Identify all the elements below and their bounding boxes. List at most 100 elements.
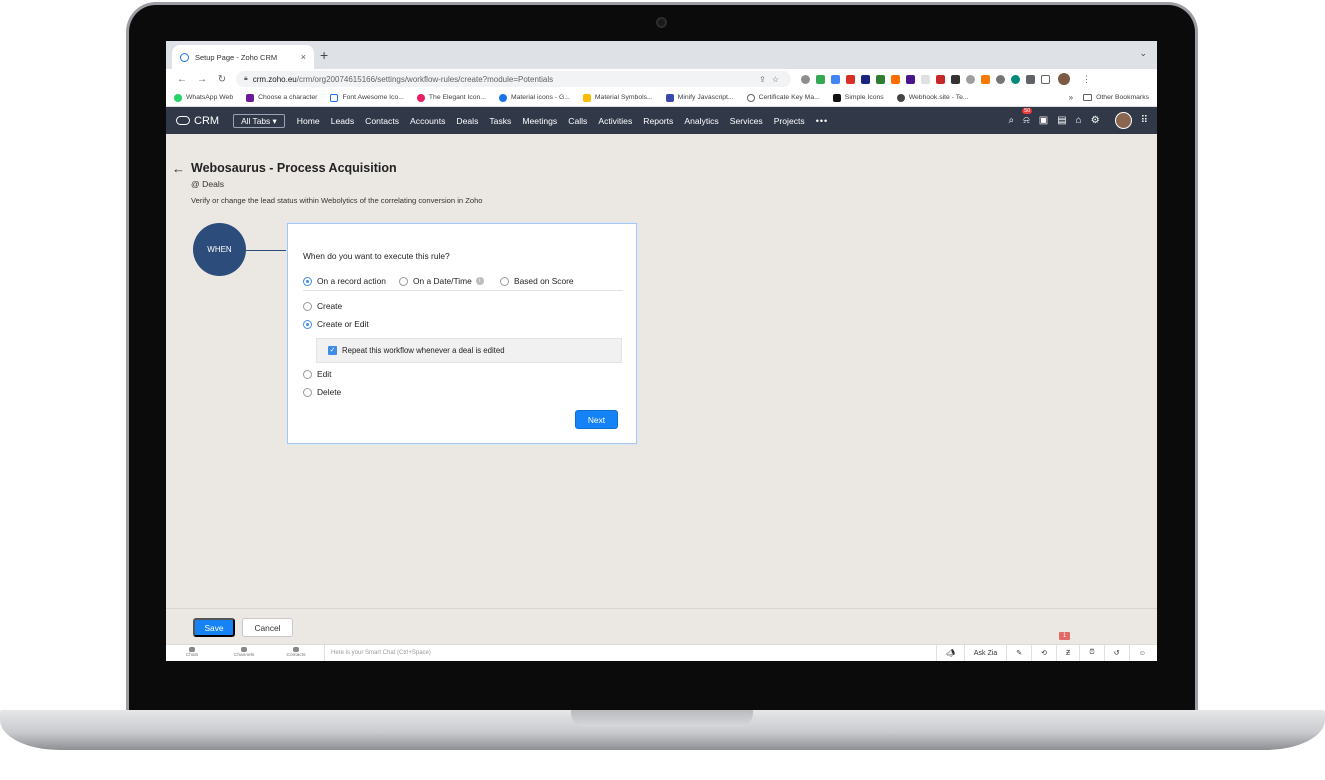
- trigger-based-on-score[interactable]: Based on Score: [500, 276, 574, 286]
- action-edit[interactable]: Edit: [303, 369, 331, 379]
- rule-description: Verify or change the lead status within …: [191, 196, 483, 205]
- nav-analytics[interactable]: Analytics: [684, 116, 718, 126]
- search-icon[interactable]: ⌕: [1009, 115, 1015, 126]
- profile-avatar[interactable]: [1058, 73, 1070, 85]
- radio-button[interactable]: [303, 276, 312, 286]
- repeat-workflow-option[interactable]: ✓ Repeat this workflow whenever a deal i…: [316, 338, 622, 363]
- extension-icon[interactable]: [936, 74, 945, 84]
- new-tab-button[interactable]: +: [320, 47, 328, 63]
- extension-icon[interactable]: [981, 74, 990, 84]
- reload-icon[interactable]: ↻: [212, 74, 232, 85]
- nav-activities[interactable]: Activities: [598, 116, 632, 126]
- smart-chat-input[interactable]: Here is your Smart Chat (Ctrl+Space): [324, 645, 936, 661]
- feedback-icon[interactable]: ☺: [1128, 645, 1155, 661]
- ask-zia-button[interactable]: Ask Zia: [963, 645, 1006, 661]
- nav-services[interactable]: Services: [730, 116, 763, 126]
- cancel-button[interactable]: Cancel: [242, 618, 293, 637]
- calendar-add-icon[interactable]: ▣: [1039, 115, 1048, 126]
- nav-accounts[interactable]: Accounts: [410, 116, 445, 126]
- bookmarks-overflow-icon[interactable]: »: [1069, 93, 1073, 102]
- nav-reports[interactable]: Reports: [643, 116, 673, 126]
- extension-icon[interactable]: [846, 74, 855, 84]
- chat-tab-contacts[interactable]: Contacts: [270, 647, 322, 659]
- history-icon[interactable]: ↺: [1103, 645, 1129, 661]
- address-bar[interactable]: 🔒︎ crm.zoho.eu/crm/org20074615166/settin…: [236, 71, 791, 87]
- nav-tasks[interactable]: Tasks: [489, 116, 511, 126]
- bookmark-item[interactable]: Certificate Key Ma...: [746, 93, 820, 102]
- chat-tab-chats[interactable]: Chats: [166, 647, 218, 659]
- alarm-icon[interactable]: ⏰︎: [1079, 645, 1103, 661]
- chrome-menu-icon[interactable]: ⋮: [1082, 74, 1091, 85]
- notifications-icon[interactable]: ⍾ 50: [1022, 108, 1033, 126]
- share-star-icons[interactable]: ⇪☆: [759, 75, 785, 84]
- browser-tab[interactable]: Setup Page - Zoho CRM ×: [172, 45, 314, 69]
- back-arrow-icon[interactable]: ←: [172, 161, 185, 176]
- bookmark-item[interactable]: WhatsApp Web: [174, 93, 233, 102]
- next-button[interactable]: Next: [575, 410, 618, 429]
- chat-tab-channels[interactable]: Channels: [218, 647, 270, 659]
- nav-projects[interactable]: Projects: [774, 116, 805, 126]
- bookmark-item[interactable]: Webhook.site - Te...: [896, 93, 969, 102]
- extension-icon[interactable]: [816, 74, 825, 84]
- action-create[interactable]: Create: [303, 301, 342, 311]
- settings-icon[interactable]: ⚙: [1091, 115, 1100, 126]
- radio-button[interactable]: [303, 319, 312, 329]
- radio-button[interactable]: [303, 387, 312, 397]
- extension-icon[interactable]: [951, 74, 960, 84]
- extension-icon[interactable]: [1011, 74, 1020, 84]
- marketplace-icon[interactable]: ⌂: [1076, 115, 1082, 126]
- extension-icon[interactable]: [801, 74, 810, 84]
- bookmark-item[interactable]: Material Symbols...: [582, 93, 653, 102]
- tab-search-icon[interactable]: ⌄: [1139, 48, 1147, 59]
- trigger-record-action[interactable]: On a record action: [303, 276, 386, 286]
- extension-icon[interactable]: [876, 74, 885, 84]
- extension-icon[interactable]: [996, 74, 1005, 84]
- bookmark-item[interactable]: Choose a character: [246, 93, 317, 102]
- radio-button[interactable]: [399, 276, 408, 286]
- info-icon[interactable]: i: [475, 277, 484, 285]
- more-tabs-icon[interactable]: •••: [816, 116, 828, 126]
- extension-icon[interactable]: [861, 74, 870, 84]
- nav-contacts[interactable]: Contacts: [365, 116, 399, 126]
- action-delete[interactable]: Delete: [303, 387, 341, 397]
- nav-leads[interactable]: Leads: [331, 116, 354, 126]
- notification-badge: 1: [1059, 632, 1071, 640]
- calendar-icon[interactable]: ▤: [1057, 115, 1066, 126]
- back-icon[interactable]: ←: [172, 74, 192, 85]
- bookmark-item[interactable]: Font Awesome Ico...: [330, 93, 404, 102]
- nav-deals[interactable]: Deals: [456, 116, 478, 126]
- extension-icon[interactable]: [891, 74, 900, 84]
- other-bookmarks[interactable]: Other Bookmarks: [1083, 94, 1149, 101]
- user-avatar[interactable]: [1114, 112, 1132, 129]
- bookmark-item[interactable]: The Elegant Icon...: [416, 93, 486, 102]
- extension-icon[interactable]: [966, 74, 975, 84]
- app-grid-icon[interactable]: ⠿: [1141, 115, 1148, 126]
- nav-calls[interactable]: Calls: [568, 116, 587, 126]
- crm-logo[interactable]: CRM: [176, 115, 219, 127]
- bookmark-item[interactable]: Minify Javascript...: [665, 93, 734, 102]
- zia-icon[interactable]: Ƶ: [1055, 645, 1079, 661]
- action-create-or-edit[interactable]: Create or Edit: [303, 319, 369, 329]
- radio-button[interactable]: [500, 276, 509, 286]
- forward-icon[interactable]: →: [192, 74, 212, 85]
- extension-icon[interactable]: [921, 74, 930, 84]
- signals-icon[interactable]: ⟲: [1031, 645, 1056, 661]
- radio-button[interactable]: [303, 369, 312, 379]
- puzzle-icon[interactable]: [1026, 74, 1035, 84]
- save-button[interactable]: Save: [193, 618, 235, 637]
- nav-meetings[interactable]: Meetings: [522, 116, 557, 126]
- bookmark-item[interactable]: Material icons - G...: [498, 93, 570, 102]
- tab-close-icon[interactable]: ×: [301, 52, 306, 62]
- extension-icon[interactable]: [906, 74, 915, 84]
- notes-icon[interactable]: ✎: [1006, 645, 1031, 661]
- repeat-checkbox[interactable]: ✓: [328, 346, 337, 355]
- all-tabs-dropdown[interactable]: All Tabs ▾: [233, 113, 285, 128]
- trigger-date-time[interactable]: On a Date/Time i: [399, 276, 484, 286]
- bookmark-item[interactable]: Simple Icons: [832, 93, 884, 102]
- radio-button[interactable]: [303, 301, 312, 311]
- nav-home[interactable]: Home: [297, 116, 320, 126]
- sidepanel-icon[interactable]: [1041, 74, 1050, 84]
- when-connector: [246, 250, 287, 251]
- extension-icon[interactable]: [831, 74, 840, 84]
- announcement-icon[interactable]: 📣︎: [936, 645, 964, 661]
